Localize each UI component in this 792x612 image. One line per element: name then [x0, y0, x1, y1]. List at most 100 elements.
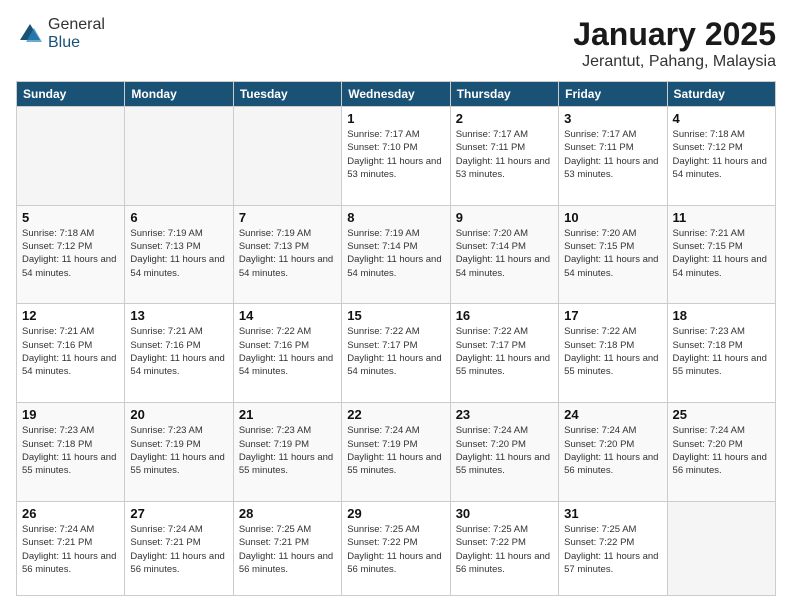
cell-info: Sunrise: 7:24 AM Sunset: 7:20 PM Dayligh…	[456, 424, 553, 477]
calendar-cell: 28 Sunrise: 7:25 AM Sunset: 7:21 PM Dayli…	[233, 501, 341, 595]
day-number: 5	[22, 210, 119, 225]
page: General Blue January 2025 Jerantut, Paha…	[0, 0, 792, 612]
calendar-cell	[17, 107, 125, 206]
page-title: January 2025	[573, 16, 776, 53]
day-number: 17	[564, 308, 661, 323]
cell-info: Sunrise: 7:17 AM Sunset: 7:11 PM Dayligh…	[456, 128, 553, 181]
day-number: 7	[239, 210, 336, 225]
header: General Blue January 2025 Jerantut, Paha…	[16, 16, 776, 71]
cell-info: Sunrise: 7:21 AM Sunset: 7:16 PM Dayligh…	[130, 325, 227, 378]
calendar-cell	[667, 501, 775, 595]
cell-info: Sunrise: 7:19 AM Sunset: 7:14 PM Dayligh…	[347, 227, 444, 280]
cell-info: Sunrise: 7:22 AM Sunset: 7:18 PM Dayligh…	[564, 325, 661, 378]
calendar-table: SundayMondayTuesdayWednesdayThursdayFrid…	[16, 81, 776, 596]
cell-info: Sunrise: 7:18 AM Sunset: 7:12 PM Dayligh…	[22, 227, 119, 280]
day-number: 28	[239, 506, 336, 521]
calendar-day-header: Sunday	[17, 82, 125, 107]
cell-info: Sunrise: 7:19 AM Sunset: 7:13 PM Dayligh…	[130, 227, 227, 280]
calendar-cell: 22 Sunrise: 7:24 AM Sunset: 7:19 PM Dayli…	[342, 403, 450, 502]
calendar-cell: 25 Sunrise: 7:24 AM Sunset: 7:20 PM Dayli…	[667, 403, 775, 502]
cell-info: Sunrise: 7:22 AM Sunset: 7:16 PM Dayligh…	[239, 325, 336, 378]
calendar-week-row: 12 Sunrise: 7:21 AM Sunset: 7:16 PM Dayli…	[17, 304, 776, 403]
calendar-week-row: 26 Sunrise: 7:24 AM Sunset: 7:21 PM Dayli…	[17, 501, 776, 595]
day-number: 26	[22, 506, 119, 521]
title-block: January 2025 Jerantut, Pahang, Malaysia	[573, 16, 776, 71]
day-number: 29	[347, 506, 444, 521]
day-number: 25	[673, 407, 770, 422]
calendar-cell: 14 Sunrise: 7:22 AM Sunset: 7:16 PM Dayli…	[233, 304, 341, 403]
calendar-cell: 21 Sunrise: 7:23 AM Sunset: 7:19 PM Dayli…	[233, 403, 341, 502]
calendar-cell: 2 Sunrise: 7:17 AM Sunset: 7:11 PM Daylig…	[450, 107, 558, 206]
logo-general: General	[48, 16, 105, 33]
cell-info: Sunrise: 7:24 AM Sunset: 7:19 PM Dayligh…	[347, 424, 444, 477]
cell-info: Sunrise: 7:24 AM Sunset: 7:21 PM Dayligh…	[22, 523, 119, 576]
day-number: 22	[347, 407, 444, 422]
cell-info: Sunrise: 7:25 AM Sunset: 7:22 PM Dayligh…	[564, 523, 661, 576]
calendar-cell: 17 Sunrise: 7:22 AM Sunset: 7:18 PM Dayli…	[559, 304, 667, 403]
cell-info: Sunrise: 7:25 AM Sunset: 7:21 PM Dayligh…	[239, 523, 336, 576]
calendar-cell: 27Sunrise: 7:24 AM Sunset: 7:21 PM Dayli…	[125, 501, 233, 595]
calendar-cell: 5 Sunrise: 7:18 AM Sunset: 7:12 PM Daylig…	[17, 205, 125, 304]
day-number: 14	[239, 308, 336, 323]
day-number: 10	[564, 210, 661, 225]
calendar-cell: 19 Sunrise: 7:23 AM Sunset: 7:18 PM Dayli…	[17, 403, 125, 502]
calendar-cell: 4 Sunrise: 7:18 AM Sunset: 7:12 PM Daylig…	[667, 107, 775, 206]
cell-info: Sunrise: 7:23 AM Sunset: 7:19 PM Dayligh…	[239, 424, 336, 477]
day-number: 18	[673, 308, 770, 323]
calendar-cell: 29Sunrise: 7:25 AM Sunset: 7:22 PM Dayli…	[342, 501, 450, 595]
day-number: 13	[130, 308, 227, 323]
day-number: 12	[22, 308, 119, 323]
calendar-cell: 1 Sunrise: 7:17 AM Sunset: 7:10 PM Daylig…	[342, 107, 450, 206]
cell-info: Sunrise: 7:24 AM Sunset: 7:20 PM Dayligh…	[673, 424, 770, 477]
day-number: 11	[673, 210, 770, 225]
logo-text: General Blue	[48, 16, 105, 52]
cell-info: Sunrise: 7:22 AM Sunset: 7:17 PM Dayligh…	[347, 325, 444, 378]
cell-info: Sunrise: 7:22 AM Sunset: 7:17 PM Dayligh…	[456, 325, 553, 378]
calendar-cell: 13 Sunrise: 7:21 AM Sunset: 7:16 PM Dayli…	[125, 304, 233, 403]
calendar-cell: 9Sunrise: 7:20 AM Sunset: 7:14 PM Daylig…	[450, 205, 558, 304]
calendar-cell: 20 Sunrise: 7:23 AM Sunset: 7:19 PM Dayli…	[125, 403, 233, 502]
calendar-week-row: 19 Sunrise: 7:23 AM Sunset: 7:18 PM Dayli…	[17, 403, 776, 502]
calendar-cell: 23 Sunrise: 7:24 AM Sunset: 7:20 PM Dayli…	[450, 403, 558, 502]
cell-info: Sunrise: 7:23 AM Sunset: 7:19 PM Dayligh…	[130, 424, 227, 477]
cell-info: Sunrise: 7:23 AM Sunset: 7:18 PM Dayligh…	[22, 424, 119, 477]
calendar-cell	[233, 107, 341, 206]
calendar-cell: 11Sunrise: 7:21 AM Sunset: 7:15 PM Dayli…	[667, 205, 775, 304]
calendar-cell: 7Sunrise: 7:19 AM Sunset: 7:13 PM Daylig…	[233, 205, 341, 304]
day-number: 30	[456, 506, 553, 521]
day-number: 21	[239, 407, 336, 422]
calendar-cell: 12Sunrise: 7:21 AM Sunset: 7:16 PM Dayli…	[17, 304, 125, 403]
day-number: 15	[347, 308, 444, 323]
page-subtitle: Jerantut, Pahang, Malaysia	[573, 53, 776, 71]
cell-info: Sunrise: 7:17 AM Sunset: 7:10 PM Dayligh…	[347, 128, 444, 181]
calendar-day-header: Tuesday	[233, 82, 341, 107]
day-number: 1	[347, 111, 444, 126]
calendar-cell: 6Sunrise: 7:19 AM Sunset: 7:13 PM Daylig…	[125, 205, 233, 304]
logo: General Blue	[16, 16, 105, 52]
cell-info: Sunrise: 7:17 AM Sunset: 7:11 PM Dayligh…	[564, 128, 661, 181]
calendar-day-header: Monday	[125, 82, 233, 107]
cell-info: Sunrise: 7:20 AM Sunset: 7:14 PM Dayligh…	[456, 227, 553, 280]
day-number: 8	[347, 210, 444, 225]
day-number: 20	[130, 407, 227, 422]
calendar-cell: 26 Sunrise: 7:24 AM Sunset: 7:21 PM Dayli…	[17, 501, 125, 595]
cell-info: Sunrise: 7:20 AM Sunset: 7:15 PM Dayligh…	[564, 227, 661, 280]
cell-info: Sunrise: 7:23 AM Sunset: 7:18 PM Dayligh…	[673, 325, 770, 378]
calendar-cell: 31Sunrise: 7:25 AM Sunset: 7:22 PM Dayli…	[559, 501, 667, 595]
calendar-cell: 24Sunrise: 7:24 AM Sunset: 7:20 PM Dayli…	[559, 403, 667, 502]
calendar-cell: 18 Sunrise: 7:23 AM Sunset: 7:18 PM Dayli…	[667, 304, 775, 403]
day-number: 16	[456, 308, 553, 323]
day-number: 4	[673, 111, 770, 126]
calendar-cell: 16 Sunrise: 7:22 AM Sunset: 7:17 PM Dayli…	[450, 304, 558, 403]
calendar-day-header: Friday	[559, 82, 667, 107]
day-number: 23	[456, 407, 553, 422]
calendar-cell: 3 Sunrise: 7:17 AM Sunset: 7:11 PM Daylig…	[559, 107, 667, 206]
logo-blue: Blue	[48, 34, 80, 51]
day-number: 3	[564, 111, 661, 126]
cell-info: Sunrise: 7:18 AM Sunset: 7:12 PM Dayligh…	[673, 128, 770, 181]
logo-icon	[16, 20, 44, 48]
day-number: 19	[22, 407, 119, 422]
cell-info: Sunrise: 7:24 AM Sunset: 7:21 PM Dayligh…	[130, 523, 227, 576]
day-number: 2	[456, 111, 553, 126]
calendar-day-header: Wednesday	[342, 82, 450, 107]
